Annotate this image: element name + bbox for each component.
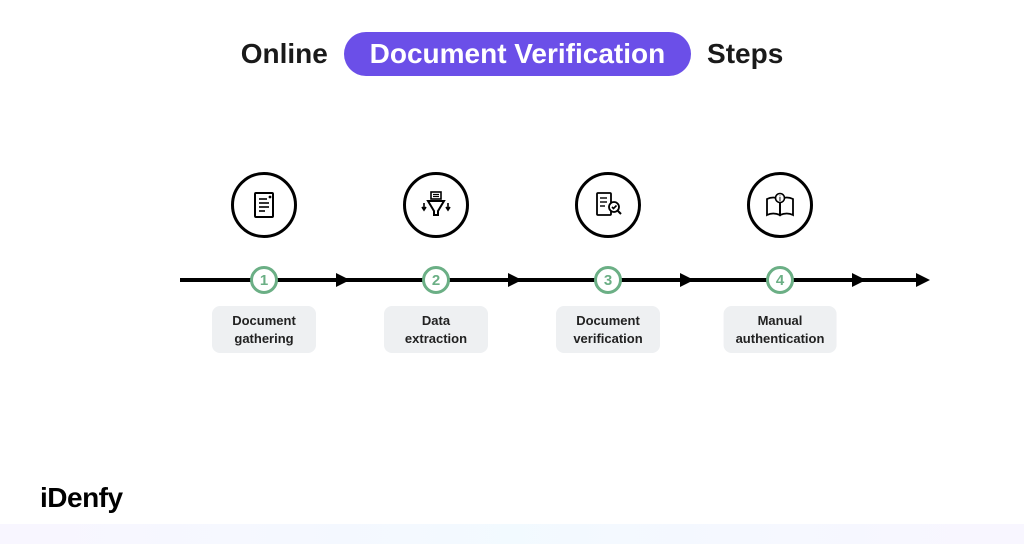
doc-search-icon: [575, 172, 641, 238]
arrowhead-icon: [680, 273, 694, 287]
step-manual-authentication: i 4 Manual authentication: [720, 172, 840, 250]
step-number: 2: [422, 266, 450, 294]
book-info-icon: i: [747, 172, 813, 238]
document-icon: [231, 172, 297, 238]
step-label: Document gathering: [212, 306, 316, 353]
step-number: 3: [594, 266, 622, 294]
step-data-extraction: 2 Data extraction: [376, 172, 496, 250]
title-post: Steps: [707, 38, 783, 69]
arrowhead-icon: [508, 273, 522, 287]
arrowhead-icon: [916, 273, 930, 287]
step-document-gathering: 1 Document gathering: [204, 172, 324, 250]
svg-text:i: i: [779, 196, 781, 203]
title-pre: Online: [241, 38, 328, 69]
step-number: 4: [766, 266, 794, 294]
funnel-icon: [403, 172, 469, 238]
diagram-title: Online Document Verification Steps: [0, 32, 1024, 76]
step-label: Document verification: [556, 306, 660, 353]
arrowhead-icon: [336, 273, 350, 287]
arrowhead-icon: [852, 273, 866, 287]
brand-logo: iDenfy: [40, 482, 123, 514]
step-label: Manual authentication: [724, 306, 837, 353]
step-number: 1: [250, 266, 278, 294]
flow-axis: [180, 278, 924, 282]
footer-gradient: [0, 524, 1024, 544]
title-highlight: Document Verification: [344, 32, 692, 76]
step-document-verification: 3 Document verification: [548, 172, 668, 250]
step-label: Data extraction: [384, 306, 488, 353]
process-flow: 1 Document gathering 2 Data extraction: [180, 172, 924, 392]
